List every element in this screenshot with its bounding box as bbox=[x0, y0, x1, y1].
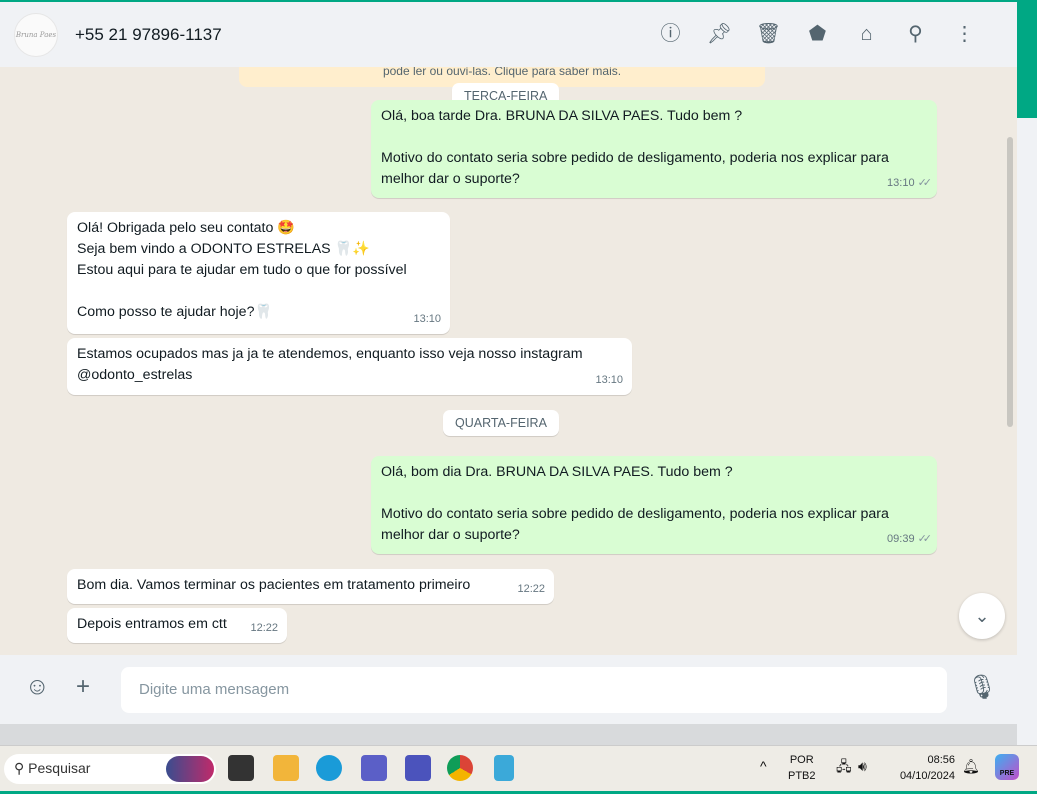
task-view-icon[interactable] bbox=[228, 755, 254, 781]
message-text: Olá, bom dia Dra. BRUNA DA SILVA PAES. T… bbox=[381, 464, 889, 543]
window-scrollbar[interactable] bbox=[1017, 0, 1037, 745]
copilot-icon[interactable]: PRE bbox=[995, 754, 1019, 780]
search-highlight-image bbox=[166, 756, 214, 782]
chevron-up-icon[interactable]: ^ bbox=[760, 758, 767, 774]
scroll-down-button[interactable]: ⌄ bbox=[959, 593, 1005, 639]
message-incoming[interactable]: Estamos ocupados mas ja ja te atendemos,… bbox=[67, 338, 632, 395]
message-time: 09:39 bbox=[887, 533, 915, 545]
clock[interactable]: 08:56 04/10/2024 bbox=[890, 752, 955, 784]
chat-scrollbar[interactable] bbox=[1007, 137, 1013, 427]
pin-icon[interactable]: 📌︎ bbox=[695, 20, 744, 48]
message-text: Estamos ocupados mas ja ja te atendemos,… bbox=[77, 346, 583, 383]
chevron-down-icon: ⌄ bbox=[974, 606, 990, 626]
message-incoming[interactable]: Bom dia. Vamos terminar os pacientes em … bbox=[67, 569, 554, 604]
message-text: Olá! Obrigada pelo seu contato 🤩 Seja be… bbox=[77, 220, 407, 320]
search-icon[interactable]: ⚲ bbox=[891, 20, 940, 48]
delete-icon[interactable]: 🗑︎ bbox=[744, 20, 793, 48]
message-incoming[interactable]: Olá! Obrigada pelo seu contato 🤩 Seja be… bbox=[67, 212, 450, 334]
taskbar: ⚲ Pesquisar ^ POR PTB2 🖧︎ 🔊︎ 08:56 04/10/2… bbox=[0, 745, 1037, 791]
scrollbar-thumb[interactable] bbox=[1017, 0, 1037, 118]
chat-area: pode ler ou ouvi-las. Clique para saber … bbox=[0, 57, 1017, 655]
message-input[interactable]: Digite uma mensagem bbox=[121, 667, 947, 713]
message-time: 12:22 bbox=[517, 583, 545, 595]
language-indicator[interactable]: POR PTB2 bbox=[788, 752, 816, 784]
message-outgoing[interactable]: Olá, bom dia Dra. BRUNA DA SILVA PAES. T… bbox=[371, 456, 937, 554]
chrome-icon[interactable] bbox=[447, 755, 473, 781]
composer: ☺ + Digite uma mensagem 🎙︎ bbox=[0, 655, 1017, 724]
date-divider: QUARTA-FEIRA bbox=[443, 410, 559, 436]
menu-icon[interactable]: ⋮ bbox=[940, 20, 989, 48]
store-icon[interactable]: ⌂ bbox=[842, 20, 891, 48]
message-time: 13:10 bbox=[595, 374, 623, 386]
contact-name[interactable]: +55 21 97896-1137 bbox=[75, 25, 222, 45]
taskbar-search[interactable]: ⚲ Pesquisar bbox=[4, 754, 216, 784]
message-text: Bom dia. Vamos terminar os pacientes em … bbox=[77, 577, 471, 593]
info-icon[interactable]: ⓘ bbox=[646, 20, 695, 48]
chat-header: Bruna Paes +55 21 97896-1137 ⓘ 📌︎ 🗑︎ ⬟ ⌂… bbox=[0, 2, 1017, 67]
volume-icon[interactable]: 🔊︎ bbox=[858, 758, 867, 774]
read-ticks-icon: ✓✓ bbox=[917, 177, 933, 189]
avatar[interactable]: Bruna Paes bbox=[14, 12, 58, 57]
emoji-icon[interactable]: ☺ bbox=[25, 673, 50, 701]
teams-work-icon[interactable] bbox=[405, 755, 431, 781]
message-time: 13:10 bbox=[413, 313, 441, 325]
bell-icon[interactable]: 🔔︎ bbox=[962, 758, 980, 774]
file-explorer-icon[interactable] bbox=[273, 755, 299, 781]
message-outgoing[interactable]: Olá, boa tarde Dra. BRUNA DA SILVA PAES.… bbox=[371, 100, 937, 198]
edge-icon[interactable] bbox=[316, 755, 342, 781]
message-time: 13:10 bbox=[887, 177, 915, 189]
notepad-icon[interactable] bbox=[494, 755, 514, 781]
read-ticks-icon: ✓✓ bbox=[917, 533, 933, 545]
message-incoming[interactable]: Depois entramos em ctt 12:22 bbox=[67, 608, 287, 643]
network-icon[interactable]: 🖧︎ bbox=[836, 758, 852, 774]
teams-icon[interactable] bbox=[361, 755, 387, 781]
message-time: 12:22 bbox=[250, 622, 278, 634]
search-icon: ⚲ bbox=[14, 760, 29, 776]
whatsapp-window: pode ler ou ouvi-las. Clique para saber … bbox=[0, 2, 1017, 724]
label-icon[interactable]: ⬟ bbox=[793, 20, 842, 48]
microphone-icon[interactable]: 🎙︎ bbox=[967, 673, 997, 702]
message-text: Depois entramos em ctt bbox=[77, 616, 227, 632]
attach-plus-icon[interactable]: + bbox=[76, 673, 90, 701]
message-text: Olá, boa tarde Dra. BRUNA DA SILVA PAES.… bbox=[381, 108, 889, 187]
